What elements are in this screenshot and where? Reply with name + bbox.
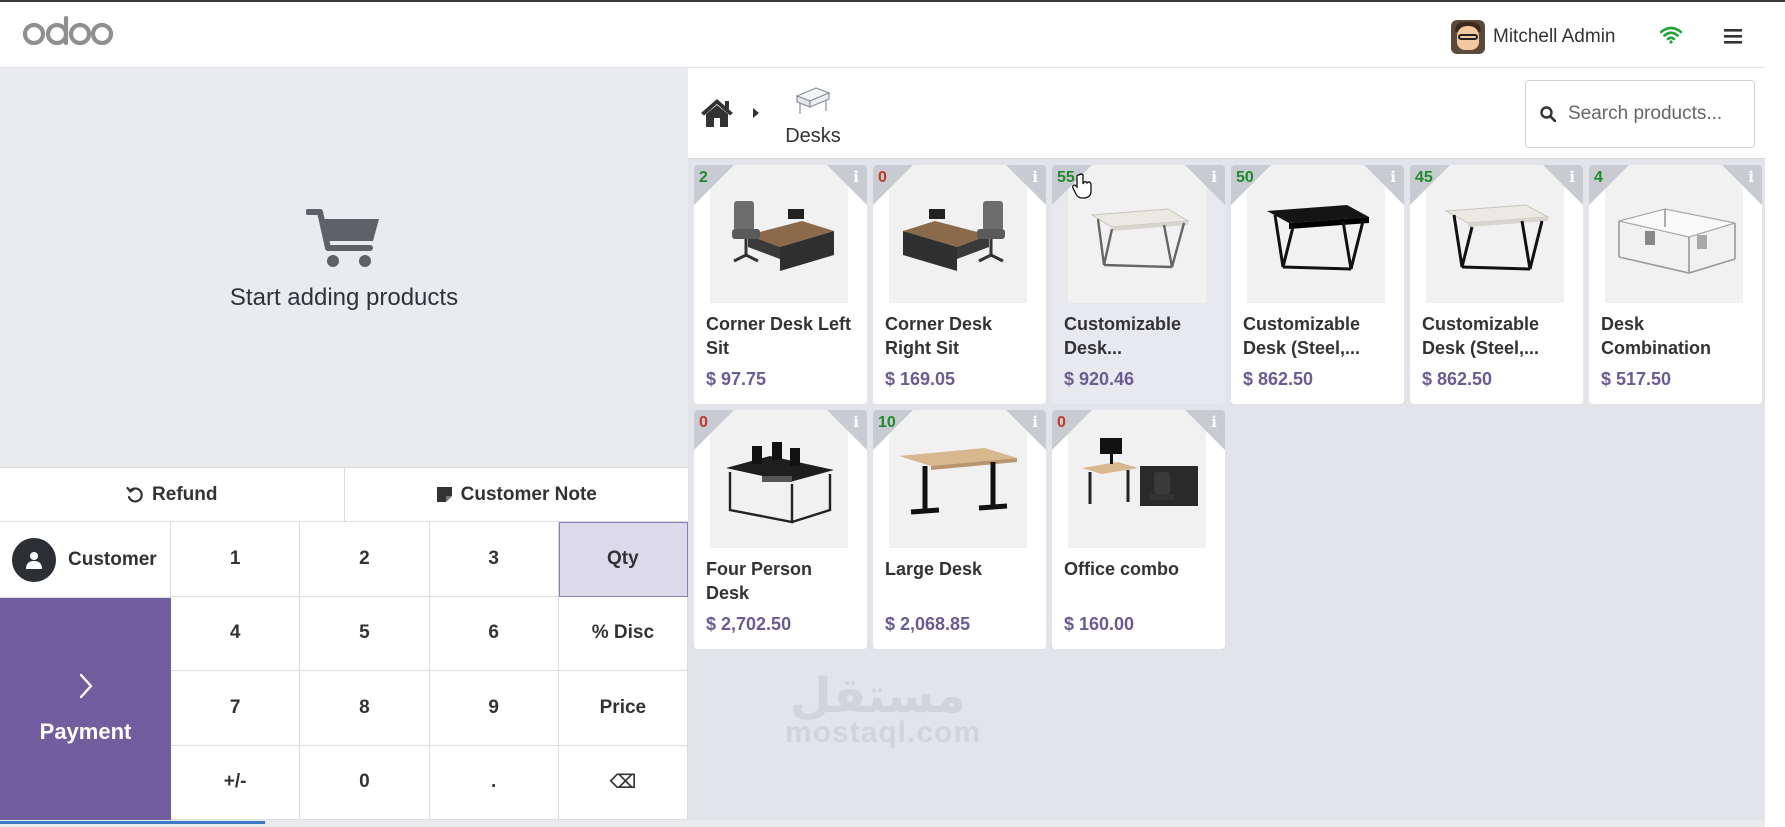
numpad-key-5[interactable]: 5 (300, 596, 430, 671)
product-stock-badge: 0 (1057, 414, 1066, 431)
product-stock-badge: 0 (878, 169, 887, 186)
product-price: $ 862.50 (1243, 369, 1314, 389)
refund-label: Refund (152, 483, 218, 505)
wifi-icon[interactable] (1659, 26, 1683, 49)
numpad-key-2[interactable]: 2 (300, 522, 430, 597)
empty-cart-message: Start adding products (229, 284, 459, 311)
numpad-key-4[interactable]: 4 (171, 596, 301, 671)
product-name: Customizable Desk... (1064, 314, 1182, 358)
product-name: Four Person Desk (706, 559, 813, 603)
product-name: Customizable Desk (Steel,... (1243, 314, 1361, 358)
numpad-key-plus-minus[interactable]: +/- (171, 745, 301, 820)
refund-button[interactable]: Refund (0, 468, 344, 521)
product-card[interactable]: 50 i Customizable Desk (Steel,... $ 862.… (1231, 165, 1404, 404)
customer-note-label: Customer Note (460, 483, 597, 505)
window-edge (1765, 2, 1785, 827)
product-card[interactable]: 45 i Customizable Desk (Steel,... $ 862.… (1410, 165, 1583, 404)
product-card[interactable]: 0 i Corner Desk Right Sit $ 169.05 (873, 165, 1046, 404)
user-icon (12, 537, 56, 582)
product-stock-badge: 0 (699, 414, 708, 431)
menu-hamburger-icon[interactable] (1724, 28, 1742, 49)
product-stock-badge: 45 (1415, 169, 1433, 186)
pos-header: Mitchell Admin (0, 2, 1765, 68)
numpad-key-3[interactable]: 3 (429, 522, 559, 597)
payment-label: Payment (39, 719, 132, 744)
product-price: $ 97.75 (706, 369, 767, 389)
home-icon[interactable] (700, 98, 734, 133)
bottom-scroll-indicator (0, 820, 1765, 827)
numpad-key-8[interactable]: 8 (300, 671, 430, 746)
product-name: Customizable Desk (Steel,... (1422, 314, 1540, 358)
numpad-key-6[interactable]: 6 (429, 596, 559, 671)
numpad-backspace-icon[interactable]: ⌫ (558, 745, 688, 820)
product-stock-badge: 50 (1236, 169, 1254, 186)
product-price: $ 920.46 (1064, 369, 1135, 389)
product-name: Large Desk (885, 559, 983, 579)
info-icon[interactable]: i (1390, 168, 1396, 186)
numpad-key-decimal[interactable]: . (429, 745, 559, 820)
product-card[interactable]: 0 i Four Person Desk $ 2,702.50 (694, 410, 867, 649)
chevron-right-icon (79, 673, 92, 699)
category-desks[interactable]: Desks (778, 84, 848, 148)
product-card[interactable]: 0 i Office combo $ 160.00 (1052, 410, 1225, 649)
refund-icon (126, 486, 143, 503)
order-panel: Start adding products (0, 68, 688, 467)
product-stock-badge: 2 (699, 169, 708, 186)
user-avatar (1451, 20, 1485, 54)
product-card[interactable]: 10 i Large Desk $ 2,068.85 (873, 410, 1046, 649)
product-name: Corner Desk Right Sit (885, 314, 993, 358)
customer-button[interactable]: Customer (0, 522, 171, 598)
shopping-cart-icon (306, 209, 379, 267)
info-icon[interactable]: i (1211, 413, 1217, 431)
info-icon[interactable]: i (1569, 168, 1575, 186)
user-name: Mitchell Admin (1493, 26, 1616, 47)
product-name: Desk Combination (1601, 314, 1711, 358)
info-icon[interactable]: i (1748, 168, 1754, 186)
category-label: Desks (785, 125, 841, 147)
numpad-key-0[interactable]: 0 (300, 745, 430, 820)
numpad-key-9[interactable]: 9 (429, 671, 559, 746)
odoo-logo[interactable] (22, 15, 114, 53)
numpad: 1 2 3 Qty 4 5 6 % Disc 7 8 9 Price +/- 0… (171, 522, 688, 820)
info-icon[interactable]: i (853, 413, 859, 431)
watermark-text: mostaql.com (785, 716, 982, 749)
product-card[interactable]: 4 i Desk Combination $ 517.50 (1589, 165, 1762, 404)
numpad-key-1[interactable]: 1 (171, 522, 301, 597)
numpad-mode-discount[interactable]: % Disc (558, 596, 688, 671)
product-price: $ 169.05 (885, 369, 956, 389)
info-icon[interactable]: i (1211, 168, 1217, 186)
category-breadcrumb: Desks (688, 68, 1765, 159)
numpad-mode-price[interactable]: Price (558, 671, 688, 746)
product-price: $ 160.00 (1064, 614, 1135, 634)
product-name: Office combo (1064, 559, 1180, 579)
product-name: Corner Desk Left Sit (706, 314, 852, 358)
desk-category-icon (795, 87, 831, 114)
numpad-key-7[interactable]: 7 (171, 671, 301, 746)
numpad-mode-qty[interactable]: Qty (558, 522, 688, 597)
product-price: $ 2,702.50 (706, 614, 792, 634)
product-card[interactable]: 2 i Corner Desk Left Sit $ 97.75 (694, 165, 867, 404)
search-input[interactable] (1568, 103, 1728, 125)
hand-cursor-icon (1072, 173, 1092, 199)
breadcrumb-separator-icon (752, 106, 760, 124)
product-price: $ 2,068.85 (885, 614, 971, 634)
product-search[interactable] (1525, 80, 1755, 148)
customer-label: Customer (68, 548, 157, 570)
user-menu[interactable]: Mitchell Admin (1451, 20, 1616, 54)
customer-note-button[interactable]: Customer Note (343, 468, 689, 521)
product-price: $ 517.50 (1601, 369, 1672, 389)
info-icon[interactable]: i (1032, 168, 1038, 186)
note-icon (436, 487, 452, 502)
search-icon (1540, 106, 1556, 122)
info-icon[interactable]: i (1032, 413, 1038, 431)
empty-cart: Start adding products (0, 208, 688, 312)
order-actions: Refund Customer Note (0, 467, 688, 522)
product-card[interactable]: 55 i Customizable Desk... $ 920.46 (1052, 165, 1225, 404)
product-stock-badge: 4 (1594, 169, 1603, 186)
payment-button[interactable]: Payment (0, 598, 171, 820)
info-icon[interactable]: i (853, 168, 859, 186)
product-price: $ 862.50 (1422, 369, 1493, 389)
product-stock-badge: 10 (878, 414, 896, 431)
